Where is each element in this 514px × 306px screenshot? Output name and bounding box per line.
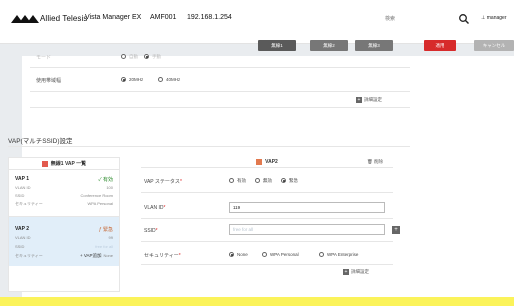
- security-option-wpa-enterprise[interactable]: WPA Enterprise: [319, 252, 358, 258]
- user-icon: ⊥: [481, 15, 486, 21]
- divider: [141, 218, 393, 219]
- cancel-button[interactable]: キャンセル: [474, 40, 514, 51]
- vap-value: Conference Room: [80, 193, 113, 198]
- radio-icon: [121, 77, 126, 83]
- vap-key: SSID: [15, 244, 25, 249]
- radio-chip-icon: [256, 158, 263, 165]
- radio-chip-icon: [41, 160, 48, 167]
- vap-section-title: VAP(マルチSSID)設定: [8, 138, 73, 145]
- mode-option-auto[interactable]: 自動: [121, 54, 138, 60]
- vlan-id-input[interactable]: 119: [229, 202, 385, 213]
- vap-value: free for all: [95, 244, 113, 249]
- vap-key: SSID: [15, 193, 25, 198]
- divider: [141, 192, 393, 193]
- vap-value: 99: [108, 235, 113, 240]
- vap-form-header: VAP2: [141, 156, 393, 168]
- divider: [141, 241, 393, 242]
- ssid-input[interactable]: free for all: [229, 224, 385, 235]
- delete-vap-button[interactable]: 🗑 削除: [367, 157, 383, 167]
- vap-name: VAP 1: [15, 176, 29, 182]
- vap-key: VLAN ID: [15, 185, 31, 190]
- vap-list-item-2[interactable]: VAP 2 ƒ 緊急 VLAN ID 99 SSID free for all …: [9, 217, 119, 266]
- bandwidth-label: 使用帯域幅: [36, 78, 62, 84]
- product-name: Vista Manager EX: [85, 14, 142, 21]
- vap-key: セキュリティー: [15, 253, 43, 258]
- plus-square-icon: +: [343, 269, 349, 275]
- security-option-wpa-personal[interactable]: WPA Personal: [262, 252, 299, 258]
- user-menu[interactable]: ⊥ manager: [481, 15, 506, 21]
- brand-name: Allied Telesis: [40, 14, 88, 23]
- ssid-label: SSID*: [144, 228, 158, 234]
- vap-value: None: [103, 253, 113, 258]
- radio-toolbar: 無線1 無線2 無線3 適用 キャンセル: [26, 38, 514, 56]
- vap-name: VAP 2: [15, 226, 29, 232]
- user-name: manager: [486, 15, 507, 21]
- trash-icon: 🗑: [367, 159, 373, 164]
- add-vap-link[interactable]: + VAP追加: [80, 253, 102, 259]
- vap-edit-form: VAP2 🗑 削除 VAP ステータス* 有効 無効 緊急 VLAN ID* 1…: [141, 156, 403, 276]
- vap-list: 無線1 VAP 一覧 VAP 1 ✓ 有効 VLAN ID 100 SSID C…: [8, 157, 120, 292]
- apply-button[interactable]: 適用: [424, 40, 456, 51]
- vap-list-header: 無線1 VAP 一覧: [9, 158, 119, 170]
- vlan-id-label: VLAN ID*: [144, 205, 166, 211]
- device-name: AMF001: [150, 14, 177, 21]
- divider: [141, 264, 393, 265]
- tab-radio3[interactable]: 無線3: [355, 40, 393, 51]
- vap-value: WPA Personal: [87, 201, 114, 206]
- vap-status: ƒ 緊急: [98, 227, 113, 233]
- vap-detail-settings-link[interactable]: + 詳細設定: [343, 269, 369, 275]
- radio-icon: [158, 77, 163, 83]
- radio-icon: [262, 252, 267, 258]
- radio-icon: [319, 252, 324, 258]
- radio-icon: [229, 178, 234, 184]
- vap-value: 100: [106, 185, 113, 190]
- allied-telesis-logo-icon: [11, 15, 39, 23]
- divider: [8, 146, 410, 147]
- status-option-emergency[interactable]: 緊急: [281, 178, 298, 184]
- add-ssid-button[interactable]: +: [392, 226, 400, 234]
- bandwidth-option-20mhz[interactable]: 20MHz: [121, 77, 143, 83]
- search-input[interactable]: [385, 12, 443, 26]
- security-option-none[interactable]: None: [229, 252, 248, 258]
- vap-status: ✓ 有効: [98, 177, 113, 183]
- vap-key: セキュリティー: [15, 201, 43, 206]
- status-option-disabled[interactable]: 無効: [255, 178, 272, 184]
- divider: [30, 91, 410, 92]
- radio-icon: [255, 178, 260, 184]
- mode-label: モード: [36, 55, 52, 61]
- search-icon[interactable]: [458, 13, 470, 25]
- radio-detail-settings-link[interactable]: + 詳細設定: [356, 97, 382, 103]
- vap-list-item-1[interactable]: VAP 1 ✓ 有効 VLAN ID 100 SSID Conference R…: [9, 170, 119, 214]
- vap-key: VLAN ID: [15, 235, 31, 240]
- bandwidth-option-40mhz[interactable]: 40MHz: [158, 77, 180, 83]
- status-option-enabled[interactable]: 有効: [229, 178, 246, 184]
- tab-radio2[interactable]: 無線2: [310, 40, 348, 51]
- notification-bar: [0, 297, 514, 306]
- radio-icon: [229, 252, 234, 258]
- mode-option-manual[interactable]: 手動: [144, 54, 161, 60]
- divider: [30, 107, 410, 108]
- tab-radio1[interactable]: 無線1: [258, 40, 296, 51]
- plus-square-icon: +: [356, 97, 362, 103]
- security-label: セキュリティー*: [144, 253, 181, 259]
- vap-status-label: VAP ステータス*: [144, 179, 182, 185]
- radio-icon: [281, 178, 286, 184]
- device-ip: 192.168.1.254: [187, 14, 232, 21]
- divider: [30, 67, 410, 68]
